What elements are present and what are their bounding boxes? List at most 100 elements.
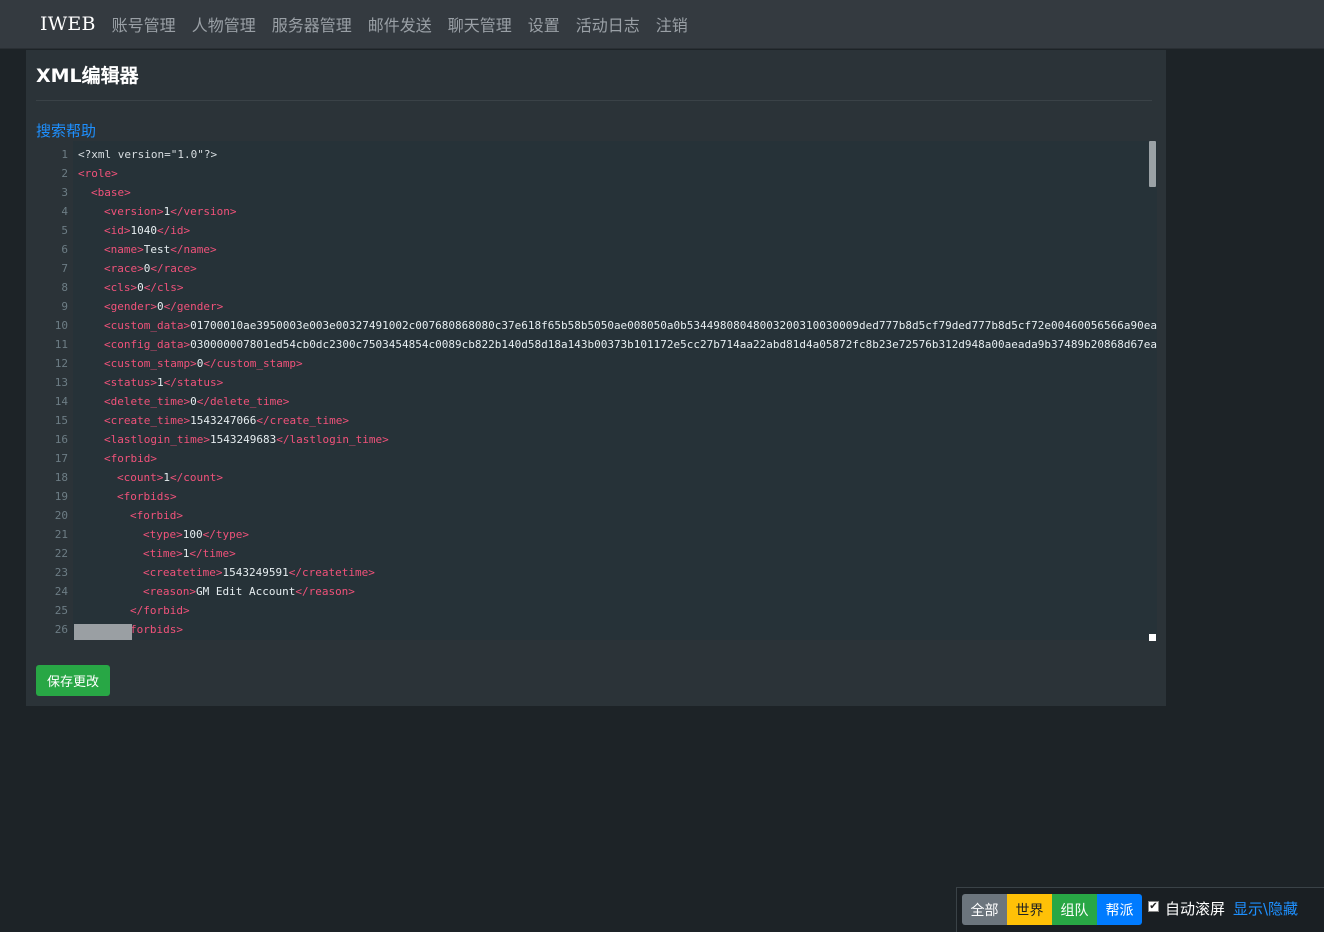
filter-guild-button[interactable]: 帮派 <box>1097 894 1142 925</box>
nav-item-servers[interactable]: 服务器管理 <box>272 12 352 36</box>
xml-tag: <race> <box>104 262 144 275</box>
nav-item-chat[interactable]: 聊天管理 <box>448 12 512 36</box>
code-line[interactable]: 21 <type>100</type> <box>55 525 1157 544</box>
selection-highlight <box>74 624 132 640</box>
code-line[interactable]: 8 <cls>0</cls> <box>61 278 1157 297</box>
nav-item-logout[interactable]: 注销 <box>656 12 688 36</box>
xml-tag: <count> <box>117 471 164 484</box>
autoscroll-checkbox[interactable]: ✔ <box>1148 901 1159 912</box>
xml-tag: <name> <box>104 243 144 256</box>
xml-tag: <forbids> <box>117 490 177 503</box>
xml-tag: <reason> <box>143 585 196 598</box>
line-number: 24 <box>54 585 68 598</box>
xml-tag: <role> <box>78 167 118 180</box>
nav-item-mail[interactable]: 邮件发送 <box>368 12 432 36</box>
xml-tag: <config_data> <box>104 338 191 351</box>
code-line[interactable]: 13 <status>1</status> <box>55 373 1157 392</box>
nav-item-activity-log[interactable]: 活动日志 <box>576 12 640 36</box>
code-line[interactable]: 24 <reason>GM Edit Account</reason> <box>55 582 1157 601</box>
top-navbar: IWEB 账号管理 人物管理 服务器管理 邮件发送 聊天管理 设置 活动日志 注… <box>0 0 1324 49</box>
editor-scrollbar-thumb[interactable] <box>1149 141 1156 187</box>
code-text: <forbid> <box>104 449 157 468</box>
code-line[interactable]: 6 <name>Test</name> <box>61 240 1157 259</box>
filter-team-button[interactable]: 组队 <box>1052 894 1097 925</box>
filter-world-button[interactable]: 世界 <box>1007 894 1052 925</box>
line-number: 10 <box>54 319 68 332</box>
line-number: 17 <box>54 452 68 465</box>
code-line[interactable]: 4 <version>1</version> <box>61 202 1157 221</box>
line-number: 21 <box>54 528 68 541</box>
xml-tag: <id> <box>104 224 131 237</box>
code-text: <lastlogin_time>1543249683</lastlogin_ti… <box>104 430 389 449</box>
editor-resize-handle[interactable] <box>1149 634 1156 641</box>
code-line[interactable]: 5 <id>1040</id> <box>61 221 1157 240</box>
code-text: <config_data>030000007801ed54cb0dc2300c7… <box>104 335 1177 354</box>
filter-all-button[interactable]: 全部 <box>962 894 1007 925</box>
page-title: XML编辑器 <box>36 65 139 87</box>
line-number: 11 <box>54 338 68 351</box>
nav-item-characters[interactable]: 人物管理 <box>192 12 256 36</box>
nav-item-settings[interactable]: 设置 <box>528 12 560 36</box>
code-line[interactable]: 11 <config_data>030000007801ed54cb0dc2300… <box>55 335 1177 354</box>
xml-tag: </createtime> <box>288 566 375 579</box>
save-changes-button[interactable]: 保存更改 <box>36 665 110 696</box>
xml-tag: <custom_stamp> <box>104 357 197 370</box>
xml-tag: <create_time> <box>104 414 191 427</box>
chat-filter-bar: 全部 世界 组队 帮派 ✔ 自动滚屏 显示\隐藏 <box>956 887 1324 932</box>
xml-tag: </version> <box>170 205 237 218</box>
code-line[interactable]: 22 <time>1</time> <box>55 544 1157 563</box>
code-line[interactable]: 1 <?xml version="1.0"?> <box>61 145 1157 164</box>
xml-value: 0 <box>137 281 144 294</box>
search-help-link[interactable]: 搜索帮助 <box>36 120 96 141</box>
code-text: <type>100</type> <box>143 525 249 544</box>
code-text: <cls>0</cls> <box>104 278 184 297</box>
code-line[interactable]: 14 <delete_time>0</delete_time> <box>55 392 1157 411</box>
nav-item-accounts[interactable]: 账号管理 <box>112 12 176 36</box>
code-text: <name>Test</name> <box>104 240 217 259</box>
line-number: 20 <box>54 509 68 522</box>
code-line[interactable]: 16 <lastlogin_time>1543249683</lastlogin_… <box>55 430 1157 449</box>
brand-logo[interactable]: IWEB <box>40 13 96 35</box>
code-line[interactable]: 10 <custom_data>01700010ae3950003e003e003… <box>55 316 1157 335</box>
code-line[interactable]: 7 <race>0</race> <box>61 259 1157 278</box>
code-text: <custom_data>01700010ae3950003e003e00327… <box>104 316 1157 335</box>
xml-value: 1 <box>163 471 170 484</box>
show-hide-toggle-link[interactable]: 显示\隐藏 <box>1233 898 1298 919</box>
xml-value: 1 <box>156 376 164 389</box>
code-line[interactable]: 25 </forbid> <box>55 601 1157 620</box>
code-line[interactable]: 15 <create_time>1543247066</create_time> <box>55 411 1157 430</box>
line-number: 6 <box>61 243 68 256</box>
xml-tag: </name> <box>170 243 217 256</box>
xml-value: 030000007801ed54cb0dc2300c7503454854c008… <box>190 338 1177 351</box>
code-line[interactable]: 26 forbids> <box>55 620 1157 639</box>
code-line[interactable]: 2 <role> <box>61 164 1157 183</box>
line-number: 19 <box>54 490 68 503</box>
code-line[interactable]: 12 <custom_stamp>0</custom_stamp> <box>55 354 1157 373</box>
line-number: 14 <box>54 395 68 408</box>
code-text: </forbid> <box>130 601 190 620</box>
line-number: 8 <box>61 281 68 294</box>
xml-code-editor[interactable]: 1 <?xml version="1.0"?> 2 <role> 3 <base> 4 <ve… <box>55 141 1157 640</box>
code-line[interactable]: 19 <forbids> <box>55 487 1157 506</box>
code-text: <custom_stamp>0</custom_stamp> <box>104 354 303 373</box>
xml-tag: </delete_time> <box>196 395 290 408</box>
line-number: 7 <box>61 262 68 275</box>
code-line[interactable]: 9 <gender>0</gender> <box>61 297 1157 316</box>
code-text: forbids> <box>130 620 183 639</box>
xml-value: <?xml version="1.0"?> <box>78 148 218 161</box>
line-number: 12 <box>54 357 68 370</box>
xml-tag: </id> <box>157 224 191 237</box>
line-number: 25 <box>54 604 68 617</box>
code-text: <id>1040</id> <box>104 221 190 240</box>
line-number: 15 <box>54 414 68 427</box>
code-line[interactable]: 3 <base> <box>61 183 1157 202</box>
code-line[interactable]: 20 <forbid> <box>55 506 1157 525</box>
xml-tag: forbids> <box>130 623 183 636</box>
code-text: <reason>GM Edit Account</reason> <box>143 582 355 601</box>
xml-tag: </status> <box>163 376 224 389</box>
xml-tag: <createtime> <box>143 566 223 579</box>
code-line[interactable]: 18 <count>1</count> <box>55 468 1157 487</box>
autoscroll-label: 自动滚屏 <box>1165 900 1226 918</box>
code-line[interactable]: 23 <createtime>1543249591</createtime> <box>55 563 1157 582</box>
code-line[interactable]: 17 <forbid> <box>55 449 1157 468</box>
